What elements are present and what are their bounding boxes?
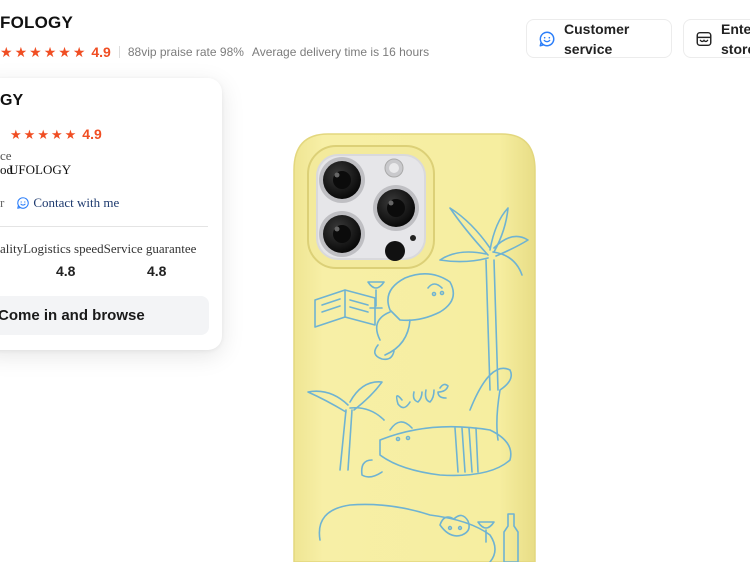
card-store-title: GY bbox=[0, 92, 23, 110]
logistics-score: 4.8 bbox=[56, 263, 76, 279]
star-icon: ★ bbox=[14, 44, 28, 60]
card-rating-row: ★ ★ ★ ★ ★ 4.9 bbox=[10, 126, 102, 142]
card-divider bbox=[0, 226, 208, 227]
star-icon: ★ bbox=[37, 126, 49, 142]
enter-store-label: Enter store bbox=[721, 20, 750, 57]
score-labels: ality Logistics speed Service guarantee bbox=[0, 241, 196, 257]
star-icon: ★ bbox=[72, 44, 86, 60]
service-score: 4.8 bbox=[147, 263, 167, 279]
contact-link[interactable]: Contact with me bbox=[16, 195, 119, 211]
card-title-text: GY bbox=[0, 92, 24, 109]
card-store-name-line: od UFOLOGY bbox=[0, 162, 140, 178]
service-label: Service guarantee bbox=[103, 241, 197, 256]
card-contact-row: r Contact with me bbox=[0, 195, 119, 211]
contact-label: Contact with me bbox=[33, 195, 120, 210]
star-rating: ★ ★ ★ ★ ★ ★ bbox=[0, 45, 85, 59]
product-image bbox=[293, 133, 536, 562]
delivery-time: Average delivery time is 16 hours bbox=[251, 45, 430, 59]
store-title: FOLOGY bbox=[0, 13, 73, 32]
customer-service-button[interactable]: Customer service bbox=[526, 19, 672, 58]
star-icon: ★ bbox=[23, 126, 36, 142]
card-rating-value: 4.9 bbox=[82, 126, 102, 142]
follow-button[interactable]: r bbox=[0, 195, 4, 211]
smile-chat-icon bbox=[539, 31, 555, 46]
praise-rate: 88vip praise rate 98% bbox=[127, 45, 244, 59]
store-stats-row: ★ ★ ★ ★ ★ ★ 4.9 88vip praise rate 98% Av… bbox=[0, 42, 429, 62]
star-icon: ★ bbox=[50, 126, 63, 142]
star-icon: ★ bbox=[29, 44, 42, 60]
customer-service-label: Customer service bbox=[564, 20, 630, 57]
card-store-name: UFOLOGY bbox=[9, 162, 72, 177]
enter-store-button[interactable]: Enter store bbox=[683, 19, 750, 58]
store-icon bbox=[696, 31, 712, 46]
card-info-text: ce bbox=[0, 148, 12, 163]
star-icon: ★ bbox=[58, 44, 71, 60]
logistics-label: Logistics speed bbox=[23, 241, 104, 256]
store-rating: 4.9 bbox=[91, 44, 111, 60]
star-icon: ★ bbox=[0, 44, 13, 60]
card-star-rating: ★ ★ ★ ★ ★ bbox=[10, 128, 76, 141]
browse-button-label: Come in and browse bbox=[0, 307, 145, 324]
star-icon: ★ bbox=[43, 44, 57, 60]
star-icon: ★ bbox=[10, 126, 22, 142]
divider bbox=[118, 46, 120, 58]
star-icon: ★ bbox=[64, 126, 77, 142]
browse-store-button[interactable]: Come in and browse bbox=[0, 296, 209, 335]
store-popup-card: GY ★ ★ ★ ★ ★ 4.9 ce od UFOLOGY r Contact… bbox=[0, 78, 222, 350]
smile-chat-icon bbox=[17, 197, 30, 209]
quality-label: ality bbox=[0, 241, 24, 256]
